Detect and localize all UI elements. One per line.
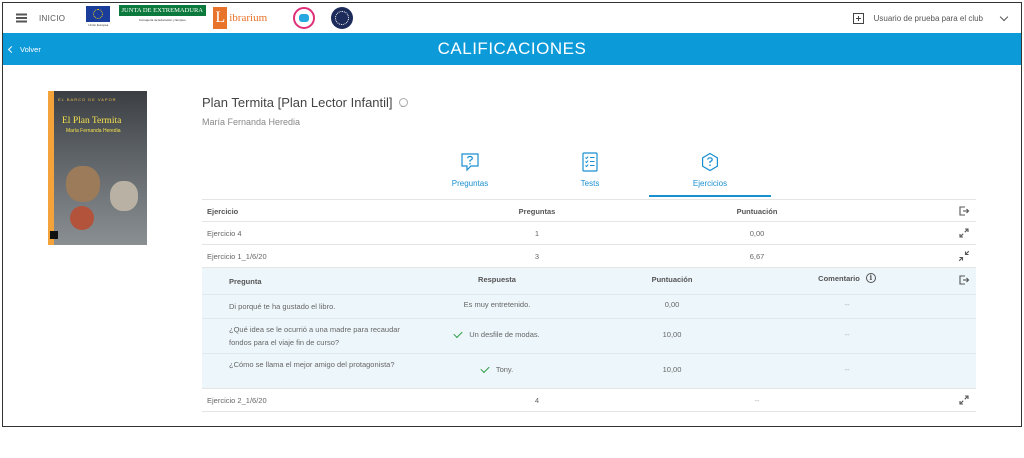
user-name[interactable]: Usuario de prueba para el club: [874, 14, 983, 23]
row-puntuacion: 6,67: [749, 252, 765, 261]
expand-icon[interactable]: [958, 227, 970, 239]
exercise-detail: Pregunta Respuesta Puntuación Comentario…: [202, 268, 976, 389]
detail-comentario: --: [844, 330, 850, 339]
top-bar: INICIO Unión Europea JUNTA DE EXTREMADUR…: [3, 3, 1021, 33]
chevron-left-icon: [7, 45, 16, 53]
librarium-logo: L ibrarium: [213, 5, 281, 31]
tab-preguntas-label: Preguntas: [451, 179, 489, 188]
export-icon[interactable]: [958, 205, 970, 217]
cover-illustration-figure: [66, 166, 100, 202]
page-title: CALIFICACIONES: [437, 39, 587, 58]
cover-title: El Plan Termita: [62, 116, 122, 126]
detail-puntuacion: 0,00: [664, 300, 680, 309]
detail-respuesta-text: Tony.: [495, 365, 514, 374]
book-author: María Fernanda Heredia: [202, 117, 301, 127]
table-row[interactable]: Ejercicio 1_1/6/20 3 6,67: [202, 245, 976, 268]
back-label: Volver: [20, 44, 41, 54]
detail-respuesta: Un desfile de modas.: [432, 328, 562, 339]
partner-logo: [331, 7, 354, 29]
row-ejercicio: Ejercicio 4: [207, 229, 242, 238]
row-preguntas: 1: [534, 229, 540, 238]
row-preguntas: 3: [534, 252, 540, 261]
book-cover: EL BARCO DE VAPOR El Plan Termita María …: [48, 91, 147, 245]
book-title-text: Plan Termita [Plan Lector Infantil]: [202, 95, 393, 110]
row-preguntas: 4: [534, 396, 540, 405]
app-window: INICIO Unión Europea JUNTA DE EXTREMADUR…: [2, 2, 1022, 427]
detail-header-respuesta: Respuesta: [478, 275, 516, 284]
header-preguntas: Preguntas: [518, 207, 556, 216]
detail-header-comentario-label: Comentario: [818, 273, 860, 283]
eu-logo-caption: Unión Europea: [88, 23, 109, 27]
junta-logo-name: JUNTA DE EXTREMADURA: [118, 5, 206, 16]
table-row[interactable]: Ejercicio 4 1 0,00: [202, 222, 976, 245]
checklist-icon: [582, 152, 598, 172]
detail-comentario: --: [844, 300, 850, 309]
detail-respuesta-text: Es muy entretenido.: [463, 300, 531, 309]
title-bar: Volver CALIFICACIONES: [3, 33, 1021, 65]
info-icon[interactable]: i: [865, 273, 876, 283]
collapse-icon[interactable]: [958, 250, 970, 262]
row-puntuacion: --: [754, 396, 760, 405]
cover-author: María Fernanda Heredia: [66, 128, 121, 134]
detail-puntuacion: 10,00: [662, 330, 682, 339]
detail-respuesta: Tony.: [432, 363, 562, 374]
detail-row: ¿Cómo se llama el mejor amigo del protag…: [202, 354, 976, 389]
book-title: Plan Termita [Plan Lector Infantil]: [202, 95, 408, 110]
junta-logo-caption: Consejería de Educación y Empleo: [138, 18, 186, 22]
detail-pregunta: ¿Cómo se llama el mejor amigo del protag…: [229, 360, 395, 369]
eu-logo: Unión Europea: [85, 6, 111, 30]
librarium-logo-name: ibrarium: [229, 12, 268, 24]
publisher-badge-icon: [50, 231, 58, 239]
detail-pregunta: Di porqué te ha gustado el libro.: [229, 302, 336, 311]
cover-series: EL BARCO DE VAPOR: [58, 97, 117, 102]
detail-row: Di porqué te ha gustado el libro. Es muy…: [202, 295, 976, 319]
tab-tests[interactable]: Tests: [549, 151, 631, 197]
detail-respuesta-text: Un desfile de modas.: [469, 330, 540, 339]
detail-comentario: --: [844, 365, 850, 374]
exercises-table: Ejercicio Preguntas Puntuación Ejercicio…: [202, 199, 976, 412]
export-icon[interactable]: [958, 274, 970, 286]
detail-puntuacion: 10,00: [662, 365, 682, 374]
detail-header-pregunta: Pregunta: [229, 277, 262, 286]
cover-illustration-figure: [110, 181, 138, 211]
eu-flag-icon: [86, 6, 111, 22]
chevron-down-icon[interactable]: [999, 12, 1009, 21]
tab-tests-label: Tests: [580, 179, 600, 188]
add-box-icon[interactable]: [852, 12, 864, 24]
header-puntuacion: Puntuación: [736, 207, 778, 216]
detail-header-puntuacion: Puntuación: [651, 275, 693, 284]
question-circle-icon: [702, 152, 718, 172]
tab-ejercicios[interactable]: Ejercicios: [649, 151, 771, 197]
table-header: Ejercicio Preguntas Puntuación: [202, 199, 976, 222]
cover-illustration-figure: [70, 206, 94, 230]
detail-respuesta: Es muy entretenido.: [432, 300, 562, 309]
detail-header: Pregunta Respuesta Puntuación Comentario…: [202, 268, 976, 295]
expand-icon[interactable]: [958, 394, 970, 406]
check-icon: [480, 363, 490, 373]
club-logo: [293, 7, 316, 29]
home-link[interactable]: INICIO: [39, 14, 65, 23]
detail-pregunta: ¿Qué idea se le ocurrió a una madre para…: [229, 325, 400, 347]
row-ejercicio: Ejercicio 2_1/6/20: [207, 396, 267, 405]
header-ejercicio: Ejercicio: [207, 207, 239, 216]
tab-ejercicios-label: Ejercicios: [692, 179, 728, 188]
row-ejercicio: Ejercicio 1_1/6/20: [207, 252, 267, 261]
tab-preguntas[interactable]: Preguntas: [429, 151, 511, 197]
librarium-logo-letter: L: [213, 7, 228, 29]
hamburger-menu-icon[interactable]: [7, 3, 35, 33]
check-icon: [453, 328, 463, 338]
back-button[interactable]: Volver: [7, 44, 41, 54]
tab-bar: Preguntas Tests Ejercicios: [429, 151, 771, 197]
question-speech-icon: [461, 153, 479, 172]
junta-logo: JUNTA DE EXTREMADURA Consejería de Educa…: [118, 5, 206, 31]
detail-header-comentario: Comentario i: [792, 273, 902, 283]
detail-row: ¿Qué idea se le ocurrió a una madre para…: [202, 319, 976, 354]
lightbulb-icon[interactable]: [398, 97, 408, 108]
table-row[interactable]: Ejercicio 2_1/6/20 4 --: [202, 389, 976, 412]
row-puntuacion: 0,00: [749, 229, 765, 238]
